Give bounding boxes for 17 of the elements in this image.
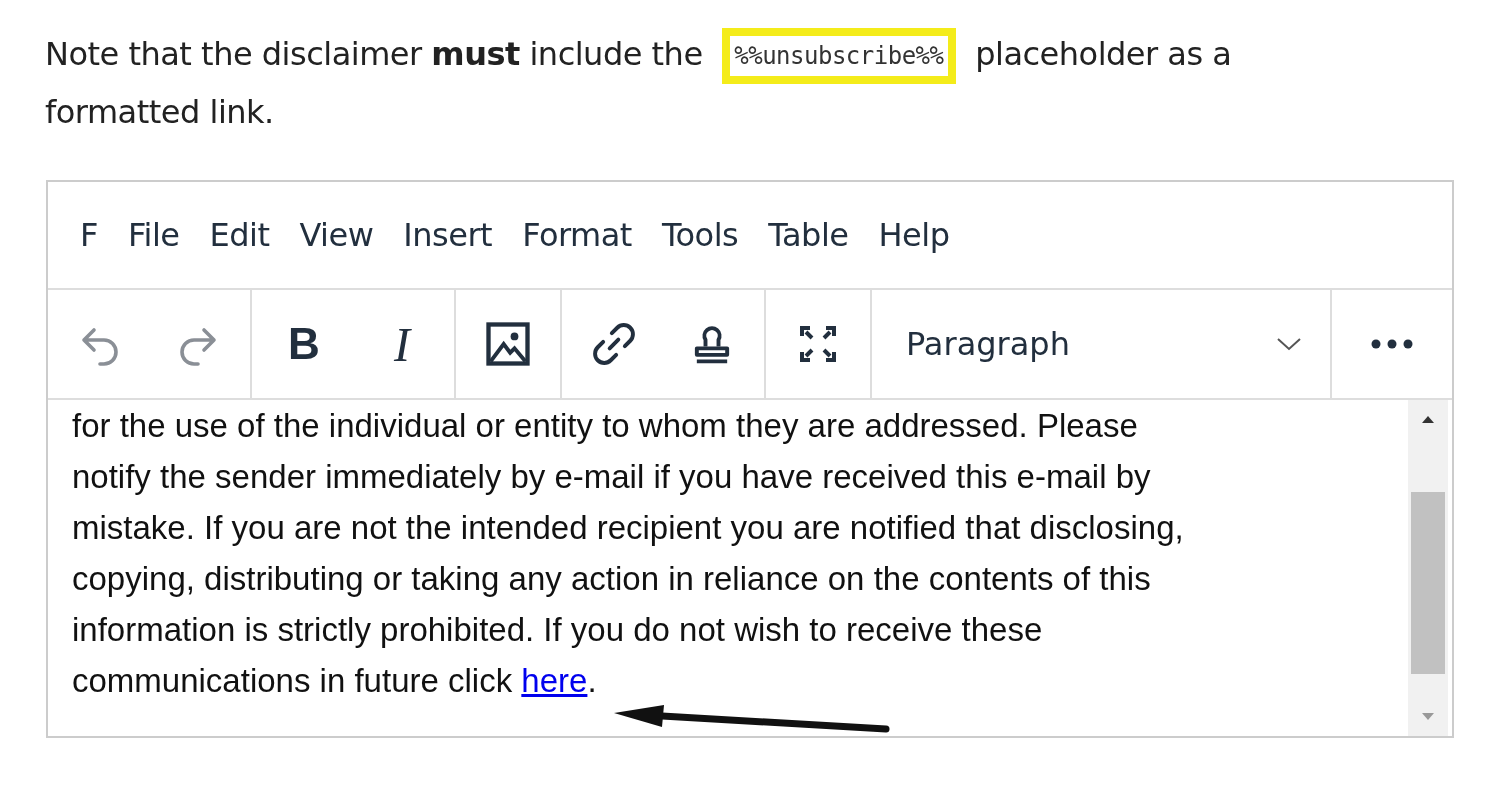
bold-button[interactable]: B <box>272 312 336 376</box>
menu-item[interactable]: Insert <box>391 216 505 254</box>
scroll-up-icon[interactable] <box>1420 414 1436 424</box>
menu-item[interactable]: View <box>287 216 386 254</box>
menu-item[interactable]: Table <box>756 216 861 254</box>
menu-item[interactable]: F <box>68 216 110 254</box>
disclaimer-text: for the use of the individual or entity to whom they are addressed. Please notify the sender immediately by e-mail if you have received this e-mail by mistake. If you are not the intended recipient you are notified that disclosing, copying, distributing or taking any action in reliance on the contents of this information is strictly prohibited. If you do not wish to receive these communications in future click here. <box>71 406 1185 701</box>
menu-item[interactable]: Edit <box>197 216 282 254</box>
scrollbar[interactable] <box>1408 400 1448 736</box>
note-text: Note that the disclaimer must include the %%unsubscribe%% placeholder as a formatted link. <box>45 26 1365 140</box>
menu-item[interactable]: Tools <box>649 216 751 254</box>
block-format-dropdown[interactable]: Paragraph <box>896 312 1320 376</box>
unsubscribe-link[interactable]: here <box>521 662 588 699</box>
menu-item[interactable]: Help <box>866 216 962 254</box>
menu-item[interactable]: File <box>115 216 192 254</box>
italic-button[interactable]: I <box>370 312 434 376</box>
menu-item[interactable]: Format <box>510 216 644 254</box>
